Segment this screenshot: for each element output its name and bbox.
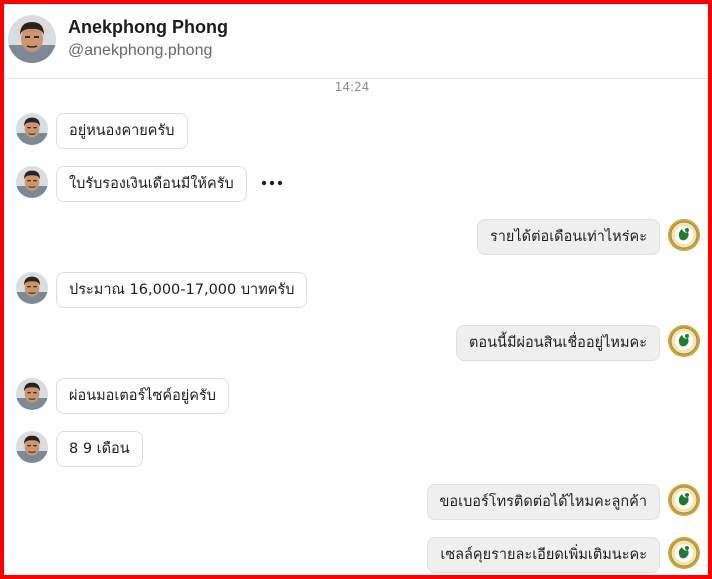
agent-emblem-icon xyxy=(667,536,701,570)
contact-avatar[interactable] xyxy=(16,378,48,410)
message-bubble-outgoing[interactable]: ตอนนี้มีผ่อนสินเชื่ออยู่ไหมคะ xyxy=(456,325,660,361)
message-bubble-incoming[interactable]: ใบรับรองเงินเดือนมีให้ครับ xyxy=(56,166,247,202)
message-bubble-incoming[interactable]: 8 9 เดือน xyxy=(56,431,143,467)
message-bubble-incoming[interactable]: ประมาณ 16,000-17,000 บาทครับ xyxy=(56,272,308,308)
contact-handle: @anekphong.phong xyxy=(68,42,213,59)
message-bubble-incoming[interactable]: อยู่หนองคายครับ xyxy=(56,113,188,149)
contact-name: Anekphong Phong xyxy=(68,17,228,37)
message-bubble-outgoing[interactable]: เซลล์คุยรายละเอียดเพิ่มเติมนะคะ xyxy=(427,537,660,573)
agent-emblem-icon xyxy=(667,483,701,517)
message-bubble-outgoing[interactable]: รายได้ต่อเดือนเท่าไหร่คะ xyxy=(476,219,660,255)
contact-avatar[interactable] xyxy=(16,166,48,198)
chat-header: Anekphong Phong @anekphong.phong xyxy=(4,4,708,79)
message-bubble-incoming[interactable]: ผ่อนมอเตอร์ไซค์อยู่ครับ xyxy=(56,378,229,414)
contact-avatar[interactable] xyxy=(16,431,48,463)
ellipsis-icon[interactable] xyxy=(260,174,284,186)
contact-avatar[interactable] xyxy=(16,272,48,304)
chat-window: Anekphong Phong @anekphong.phong 14:24 อ… xyxy=(0,0,712,579)
agent-emblem-icon xyxy=(667,218,701,252)
agent-emblem-icon xyxy=(667,324,701,358)
message-timestamp: 14:24 xyxy=(334,80,370,94)
contact-avatar[interactable] xyxy=(8,15,56,63)
contact-avatar[interactable] xyxy=(16,113,48,145)
message-bubble-outgoing[interactable]: ขอเบอร์โทรติดต่อได้ไหมคะลูกค้า xyxy=(426,484,660,520)
